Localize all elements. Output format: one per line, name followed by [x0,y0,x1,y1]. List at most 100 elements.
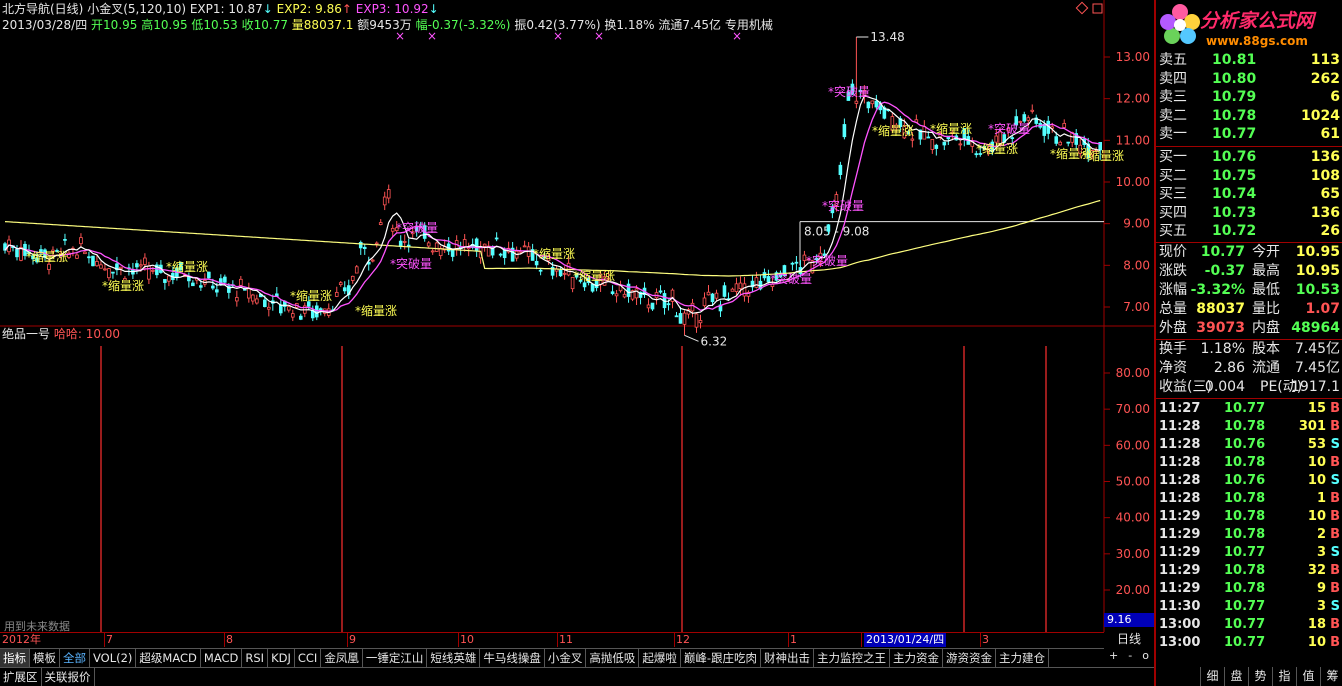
bottom-tab-0[interactable]: 扩展区 [0,668,42,686]
shrink-volume-signal: *缩量涨 [872,123,914,138]
zoom-out-button[interactable]: - [1128,649,1132,664]
date-label: 3 [982,633,989,646]
candle-body [215,289,219,293]
tab-18[interactable]: 主力监控之王 [814,649,890,667]
candle-body [386,189,391,199]
tab-6[interactable]: RSI [242,649,269,667]
close-icon [1092,3,1103,14]
tick-side: S [1330,599,1340,614]
stat-value: 2.86 [1213,360,1245,376]
quote-row: 涨跌 -0.37 最高 10.95 [1156,262,1342,281]
stat-label: 换手 [1159,341,1187,357]
sell-row: 卖四 10.80 262 [1156,69,1342,90]
candle-body [290,313,295,318]
tick-time: 11:29 [1159,509,1201,524]
tab-7[interactable]: KDJ [268,649,295,667]
panel-switch-1[interactable]: 盘 [1224,667,1248,686]
candle-body [558,269,563,277]
shrink-volume-signal: *缩量涨 [166,259,208,274]
tab-19[interactable]: 主力资金 [890,649,943,667]
candle-body [666,303,671,306]
tick-side: B [1330,419,1340,434]
tab-17[interactable]: 财神出击 [761,649,814,667]
candle-body [362,246,367,250]
tick-side: B [1330,563,1340,578]
candle-body [406,244,411,247]
candle-body [79,237,83,245]
period-label[interactable]: 日线 [1104,632,1154,647]
tab-13[interactable]: 小金叉 [545,649,587,667]
panel-switch-3[interactable]: 指 [1272,667,1296,686]
order-price: 10.77 [1212,126,1257,142]
tab-9[interactable]: 金凤凰 [321,649,363,667]
tab-15[interactable]: 起爆啦 [639,649,681,667]
tab-4[interactable]: 超级MACD [136,649,201,667]
float-shares: 流通7.45亿 [658,18,722,32]
low-price-label: 6.32 [701,334,728,348]
tick-price: 10.76 [1224,437,1266,452]
chart-area[interactable]: 13.00 12.00 11.00 10.00 9.00 8.00 7.00 80.00 70.… [0,0,1154,686]
panel-switch-0[interactable]: 细 [1200,667,1224,686]
candle-body [107,268,111,279]
candle-body [922,126,927,140]
candle-body [538,269,543,272]
date-axis: 2013/01/24/四 2012年 7 8 9 10 11 12 1 3 [0,632,1104,647]
tick-volume: 3 [1316,599,1326,614]
tab-1[interactable]: 模板 [30,649,60,667]
tick-volume: 2 [1316,527,1326,542]
tab-21[interactable]: 主力建仓 [996,649,1049,667]
panel-switch-4[interactable]: 值 [1296,667,1320,686]
tab-0[interactable]: 指标 [0,649,30,667]
tab-5[interactable]: MACD [201,649,243,667]
tab-14[interactable]: 高抛低吸 [586,649,640,667]
candle-body [1022,114,1027,122]
shrink-volume-signal: *缩量涨 [573,268,615,283]
tick-side: B [1330,491,1340,506]
candle-body [626,283,631,297]
tab-12[interactable]: 牛马线操盘 [480,649,545,667]
tab-8[interactable]: CCI [295,649,322,667]
candle-body [706,291,711,296]
candle-body [1042,124,1047,136]
order-volume: 1024 [1301,107,1340,124]
candle-body [83,251,87,255]
tab-16[interactable]: 巅峰-跟庄吃肉 [681,649,761,667]
tab-20[interactable]: 游资资金 [943,649,996,667]
zoom-reset-button[interactable]: o [1142,649,1149,664]
candle-body [682,312,687,325]
tick-price: 10.78 [1224,563,1266,578]
tab-10[interactable]: 一锤定江山 [363,649,428,667]
buy-row: 买四 10.73 136 [1156,203,1342,224]
tick-side: B [1330,581,1340,596]
arrow-down-icon: ↓ [262,2,273,16]
stat-value: 1917.1 [1291,379,1340,395]
tick-row: 11:29 10.78 2 B [1156,526,1342,544]
price-axis-label: 10.00 [1116,175,1150,189]
tab-2[interactable]: 全部 [60,649,90,667]
price-axis-label: 7.00 [1123,300,1150,314]
stat-row: 净资 2.86 流通 7.45亿 [1156,359,1342,378]
order-price: 10.78 [1212,107,1257,124]
price-axis-label: 9.00 [1123,217,1150,231]
tick-time: 11:28 [1159,491,1201,506]
tick-volume: 301 [1298,419,1326,434]
candle-body [87,256,91,259]
quote-label: 外盘 [1159,320,1187,336]
bottom-tab-1[interactable]: 关联报价 [42,668,95,686]
quote-row: 现价 10.77 今开 10.95 [1156,243,1342,262]
sub-indicator-value: 哈哈: 10.00 [53,327,121,341]
tick-price: 10.78 [1224,491,1266,506]
kline-chart[interactable]: 13.00 12.00 11.00 10.00 9.00 8.00 7.00 80.00 70.… [0,0,1154,686]
candle-body [874,100,879,108]
tab-3[interactable]: VOL(2) [90,649,137,667]
order-label: 卖二 [1159,107,1187,124]
panel-switch-5[interactable]: 筹 [1320,667,1342,686]
zoom-in-button[interactable]: + [1109,649,1118,664]
tab-11[interactable]: 短线英雄 [427,649,481,667]
stat-row: 换手 1.18% 股本 7.45亿 [1156,340,1342,359]
order-volume: 136 [1310,204,1340,221]
panel-switch-2[interactable]: 势 [1248,667,1272,686]
candle-body [350,275,355,281]
tick-side: S [1330,437,1340,452]
sell-row: 卖二 10.78 1024 [1156,106,1342,127]
